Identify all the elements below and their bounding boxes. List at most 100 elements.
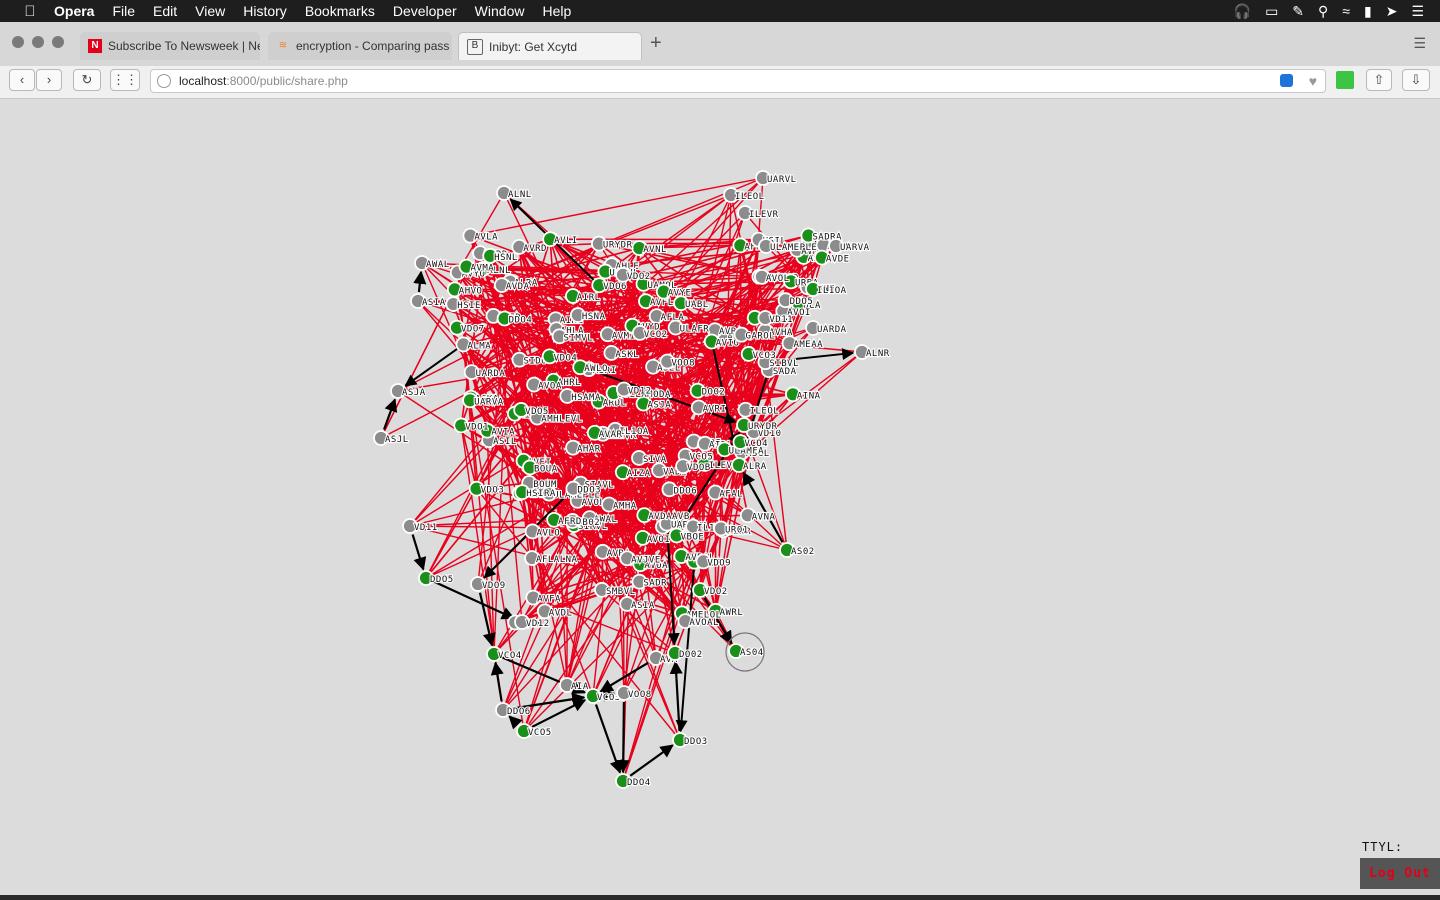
menu-bookmarks[interactable]: Bookmarks bbox=[305, 3, 375, 19]
list-icon[interactable]: ☰ bbox=[1411, 3, 1424, 20]
send-icon[interactable]: ➤ bbox=[1386, 3, 1398, 20]
zoom-window-button[interactable] bbox=[52, 36, 64, 48]
graph-node[interactable]: DDO4 bbox=[615, 773, 651, 789]
graph-node[interactable]: AVNA bbox=[739, 507, 776, 523]
speed-dial-button[interactable]: ⋮⋮ bbox=[110, 69, 140, 91]
extension-icon[interactable] bbox=[1336, 71, 1354, 89]
graph-node-label: ASIL bbox=[493, 437, 517, 447]
graph-node[interactable]: DDO3 bbox=[672, 732, 708, 748]
bookmark-heart-icon[interactable]: ♥ bbox=[1309, 70, 1317, 92]
graph-node-label: AIZA bbox=[627, 469, 651, 479]
graph-node-label: UARVA bbox=[474, 397, 504, 407]
close-window-button[interactable] bbox=[12, 36, 24, 48]
search-icon[interactable]: ⚲ bbox=[1318, 3, 1328, 20]
graph-node-label: AFAL bbox=[719, 490, 743, 500]
graph-node-label: HSNL bbox=[494, 253, 518, 263]
graph-node[interactable]: AS04 bbox=[728, 643, 764, 659]
network-graph[interactable]: AINLASELASGLAWEAAWALASIAASILAFALAIRIAIRL… bbox=[0, 99, 1440, 895]
graph-node[interactable]: AS02 bbox=[779, 542, 815, 558]
minimize-window-button[interactable] bbox=[32, 36, 44, 48]
inibyt-favicon-icon: B bbox=[467, 38, 483, 55]
menu-developer[interactable]: Developer bbox=[393, 3, 457, 19]
site-info-icon[interactable] bbox=[157, 74, 171, 88]
new-tab-button[interactable]: + bbox=[650, 32, 662, 55]
logout-button[interactable]: Log Out bbox=[1360, 858, 1440, 889]
graph-node[interactable]: DDO6 bbox=[495, 702, 531, 718]
wifi-icon[interactable]: ≈ bbox=[1342, 3, 1350, 19]
status-icons: 🎧 ▭ ✎ ⚲ ≈ ▮ ➤ ☰ bbox=[1234, 0, 1424, 22]
battery-icon[interactable]: ▮ bbox=[1364, 3, 1372, 20]
graph-node[interactable]: ALRA bbox=[731, 457, 767, 473]
adblock-icon[interactable] bbox=[1280, 74, 1293, 87]
graph-node-label: ULAMEPLE bbox=[770, 243, 817, 253]
graph-node-label: AVIA bbox=[491, 428, 515, 438]
graph-node-label: VCO3 bbox=[753, 351, 777, 361]
graph-node-label: VDO7 bbox=[461, 325, 485, 335]
graph-node-label: AMHA bbox=[613, 502, 637, 512]
downloads-button[interactable]: ⇩ bbox=[1402, 69, 1430, 91]
graph-node-label: DDO3 bbox=[684, 737, 708, 747]
graph-node[interactable]: VCO3 bbox=[585, 688, 621, 704]
tab-inibyt[interactable]: B Inibyt: Get Xcytd bbox=[458, 32, 642, 60]
menu-window[interactable]: Window bbox=[475, 3, 525, 19]
menu-file[interactable]: File bbox=[112, 3, 135, 19]
graph-node-label: VDO2 bbox=[627, 272, 651, 282]
tab-newsweek[interactable]: N Subscribe To Newsweek | Ne bbox=[80, 32, 260, 60]
graph-node-label: ASJA bbox=[648, 401, 672, 411]
graph-node[interactable]: UR01 bbox=[713, 520, 749, 537]
graph-node[interactable]: VDO9 bbox=[470, 576, 506, 592]
graph-node[interactable]: ASIA bbox=[619, 596, 656, 612]
graph-node-label: IL1OA bbox=[817, 286, 847, 296]
tab-stackexchange[interactable]: ≋ encryption - Comparing pass bbox=[268, 32, 452, 60]
forward-button[interactable]: › bbox=[36, 69, 62, 91]
menu-edit[interactable]: Edit bbox=[153, 3, 177, 19]
graph-node-label: DDO4 bbox=[509, 315, 533, 325]
url-field[interactable]: localhost:8000/public/share.php ♥ bbox=[150, 69, 1326, 93]
graph-node-label: AFLALNA bbox=[536, 555, 578, 565]
graph-node-label: AVLI bbox=[554, 236, 578, 246]
graph-node-label: AS02 bbox=[791, 547, 815, 557]
graph-node-label: UR01 bbox=[725, 525, 749, 535]
menu-view[interactable]: View bbox=[195, 3, 225, 19]
graph-node-label: AIRL bbox=[577, 293, 601, 303]
menu-history[interactable]: History bbox=[243, 3, 287, 19]
graph-node-label: ASIA bbox=[631, 601, 655, 611]
graph-node[interactable]: AINA bbox=[784, 386, 821, 402]
menu-app[interactable]: Opera bbox=[54, 3, 94, 19]
graph-node[interactable]: AVLI bbox=[542, 231, 578, 247]
graph-node-label: AWAL bbox=[426, 260, 450, 270]
headphones-icon[interactable]: 🎧 bbox=[1234, 3, 1251, 20]
back-button[interactable]: ‹ bbox=[9, 69, 35, 91]
graph-node-label: SIVA bbox=[643, 455, 667, 465]
graph-edge bbox=[629, 744, 674, 777]
graph-node[interactable]: DO02 bbox=[667, 645, 703, 661]
graph-node-label: URYDR bbox=[603, 241, 633, 251]
graph-node-label: ILEOL bbox=[735, 192, 765, 202]
graph-node[interactable]: ALNR bbox=[854, 344, 890, 360]
graph-node[interactable]: VCO4 bbox=[486, 646, 522, 662]
graph-node[interactable]: UARDA bbox=[805, 320, 847, 336]
graph-node[interactable]: UARVL bbox=[755, 170, 797, 186]
menu-bar:  Opera File Edit View History Bookmarks… bbox=[0, 0, 1440, 22]
apple-icon[interactable]:  bbox=[20, 3, 40, 20]
graph-node-label: AVOL bbox=[766, 274, 790, 284]
graph-node-label: DO02 bbox=[702, 388, 726, 398]
graph-node-label: VCO4 bbox=[744, 439, 768, 449]
graph-node[interactable]: VOO8 bbox=[616, 685, 652, 701]
graph-node-label: VBOE bbox=[681, 532, 705, 542]
graph-node[interactable]: ILEVR bbox=[737, 205, 779, 221]
tool-icon[interactable]: ✎ bbox=[1292, 3, 1304, 20]
menu-help[interactable]: Help bbox=[542, 3, 571, 19]
graph-node-label: VDO3 bbox=[481, 486, 505, 496]
graph-node-label: AVDAAVB bbox=[648, 512, 689, 522]
airplay-icon[interactable]: ▭ bbox=[1265, 3, 1278, 20]
graph-node[interactable]: VDO3 bbox=[468, 480, 505, 497]
graph-node[interactable]: ALNL bbox=[496, 185, 532, 201]
share-button[interactable]: ⇧ bbox=[1366, 69, 1392, 91]
graph-edge bbox=[508, 715, 523, 730]
graph-node[interactable]: ASIA bbox=[410, 293, 446, 309]
graph-node[interactable]: ILEOL bbox=[723, 187, 765, 203]
graph-node[interactable]: AWAL bbox=[414, 255, 450, 271]
tab-menu-icon[interactable]: ☰ bbox=[1413, 35, 1426, 52]
reload-button[interactable]: ↻ bbox=[73, 69, 101, 91]
